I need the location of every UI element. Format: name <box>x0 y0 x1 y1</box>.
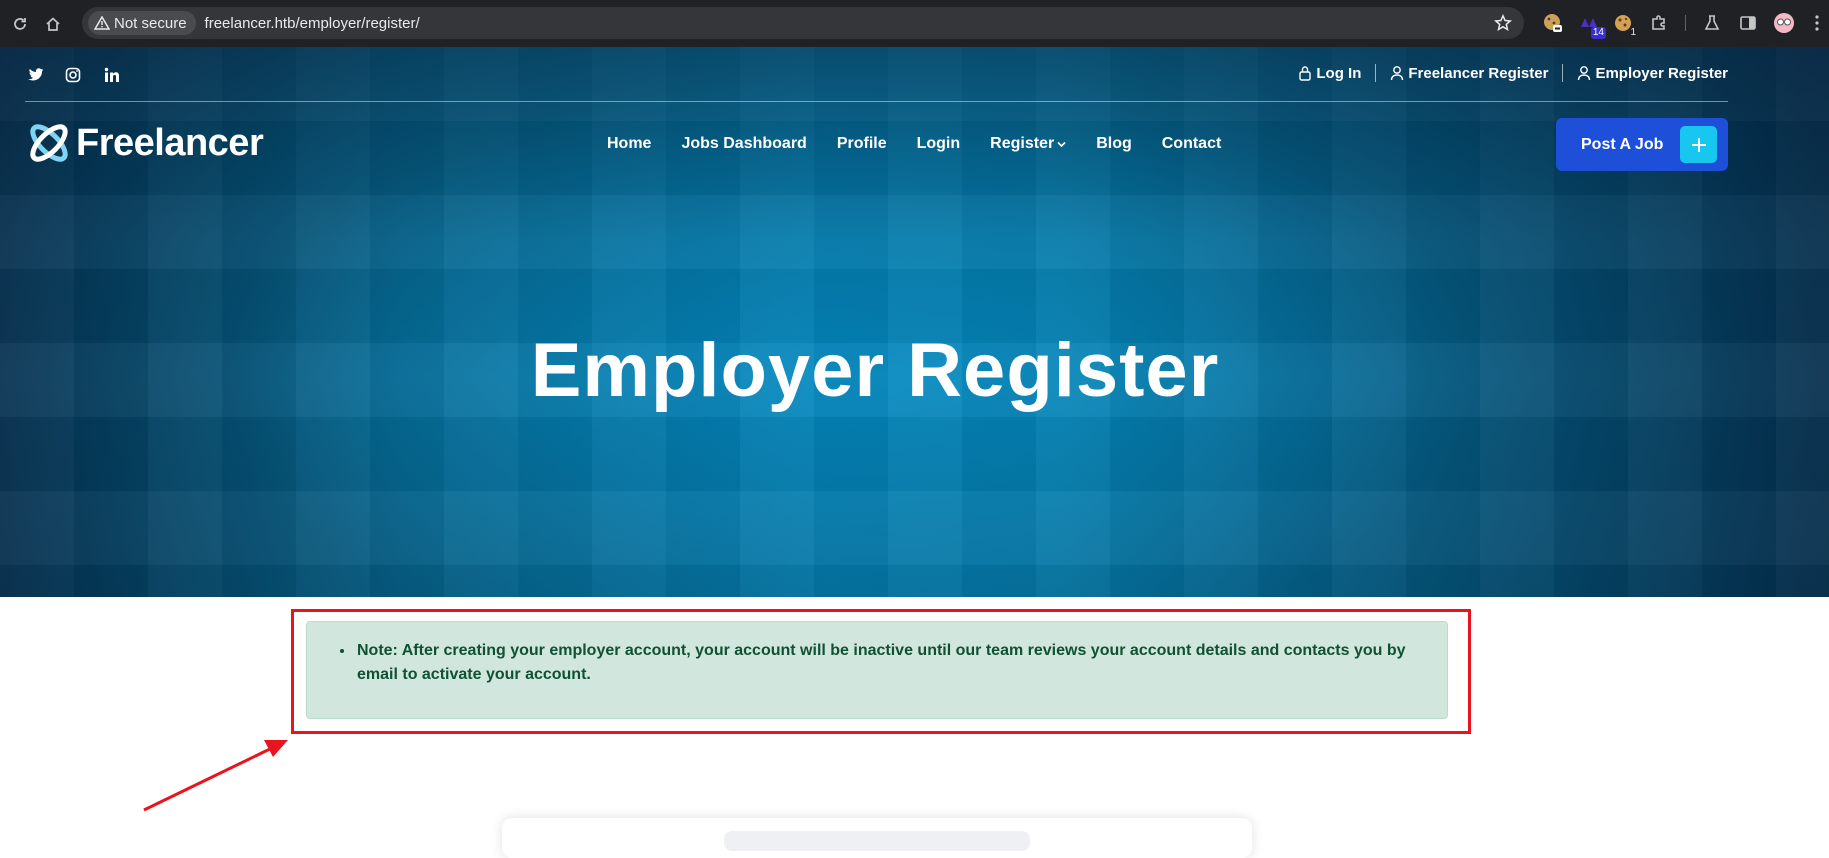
annotation-arrow-icon <box>143 740 288 812</box>
form-tab[interactable] <box>724 831 1030 851</box>
register-form-card <box>502 818 1252 858</box>
